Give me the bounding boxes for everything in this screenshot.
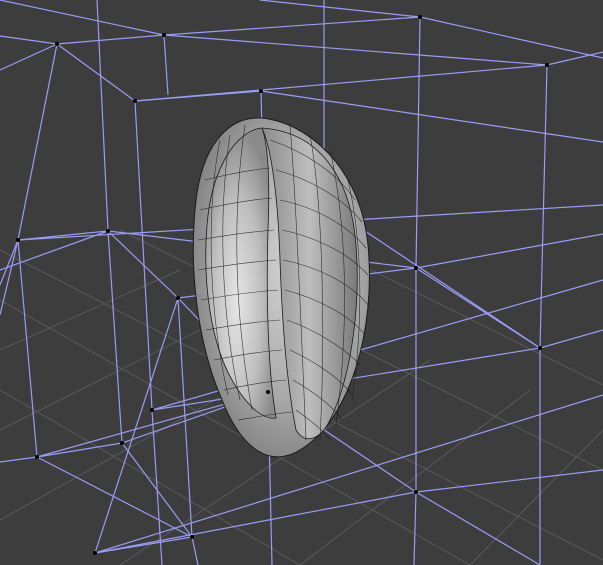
3d-viewport[interactable] <box>0 0 603 565</box>
viewport-scene[interactable] <box>0 0 603 565</box>
